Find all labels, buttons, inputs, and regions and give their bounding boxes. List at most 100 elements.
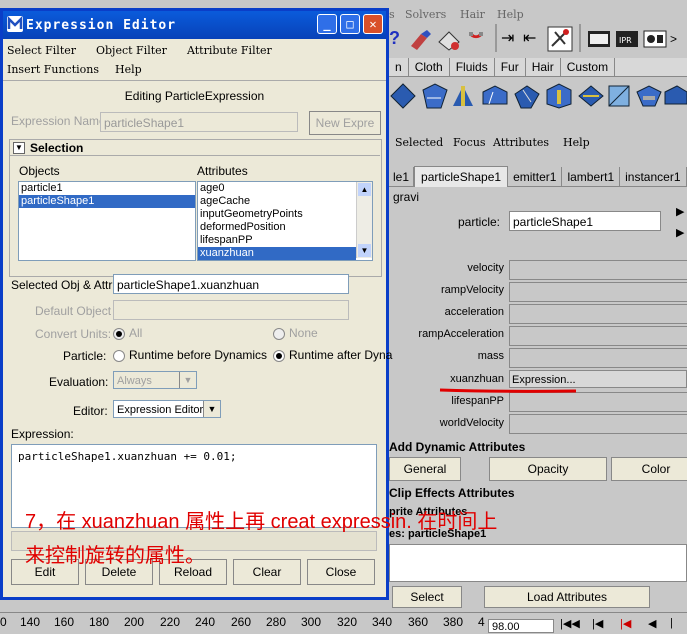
general-button[interactable]: General xyxy=(389,457,461,481)
clip-effects-header[interactable]: Clip Effects Attributes xyxy=(389,486,687,502)
go-to-start-icon[interactable]: |◀◀ xyxy=(560,617,580,630)
gravity-icon[interactable] xyxy=(513,82,541,110)
play-back-icon[interactable]: ◀ xyxy=(648,617,656,630)
list-item[interactable]: lifespanPP xyxy=(198,234,356,247)
maya-menu-item[interactable]: s xyxy=(389,8,395,21)
particle-name-field[interactable]: particleShape1 xyxy=(509,211,661,231)
node-tab-emitter1[interactable]: emitter1 xyxy=(508,167,563,187)
render-view-icon[interactable] xyxy=(587,28,611,50)
ae-menu-help[interactable]: Help xyxy=(563,136,590,149)
maya-menu-solvers[interactable]: Solvers xyxy=(405,8,446,21)
title-bar[interactable]: Expression Editor _ □ ✕ xyxy=(3,11,386,39)
shelf-tab-hair[interactable]: Hair xyxy=(526,58,561,76)
runtime-after-radio[interactable]: Runtime after Dyna xyxy=(273,348,392,362)
node-tab-lambert1[interactable]: lambert1 xyxy=(562,167,621,187)
node-tab-instancer1[interactable]: instancer1 xyxy=(620,167,687,187)
play-forward-icon[interactable]: | xyxy=(670,617,673,629)
more-icon[interactable]: > xyxy=(670,32,677,46)
attributes-scrollbar[interactable]: ▲ ▼ xyxy=(356,182,372,258)
soft-body-icon[interactable] xyxy=(389,82,417,110)
construction-history-icon[interactable] xyxy=(547,26,573,52)
input-connection-icon[interactable]: ⇥ xyxy=(501,28,514,48)
opacity-button[interactable]: Opacity xyxy=(489,457,607,481)
question-icon[interactable]: ? xyxy=(389,28,400,49)
maya-menu-hair[interactable]: Hair xyxy=(460,8,485,21)
shelf-tab-custom[interactable]: Custom xyxy=(561,58,616,76)
scroll-up-icon[interactable]: ▲ xyxy=(358,183,371,196)
list-item[interactable]: age0 xyxy=(198,182,356,195)
runtime-before-radio[interactable]: Runtime before Dynamics xyxy=(113,348,267,362)
drag-icon[interactable] xyxy=(635,82,663,110)
ipr-render-icon[interactable]: IPR xyxy=(615,28,639,50)
convert-units-label: Convert Units: xyxy=(35,327,112,341)
default-object-field[interactable] xyxy=(113,300,349,320)
maya-menu-help[interactable]: Help xyxy=(497,8,524,21)
list-item[interactable]: particleShape1 xyxy=(19,195,195,208)
scroll-down-icon[interactable]: ▼ xyxy=(358,244,371,257)
magnet-icon[interactable] xyxy=(465,28,487,52)
list-item[interactable]: deformedPosition xyxy=(198,221,356,234)
attr-field-worldvelocity[interactable] xyxy=(509,414,687,434)
convert-none-label: None xyxy=(289,326,318,340)
menu-insert-functions[interactable]: Insert Functions xyxy=(7,63,99,76)
menu-select-filter[interactable]: Select Filter xyxy=(7,44,76,57)
menu-object-filter[interactable]: Object Filter xyxy=(96,44,167,57)
radial-icon[interactable] xyxy=(605,82,633,110)
selected-obj-attr-field[interactable]: particleShape1.xuanzhuan xyxy=(113,274,349,294)
close-window-button[interactable]: ✕ xyxy=(363,14,383,34)
ae-menu-selected[interactable]: Selected xyxy=(395,136,443,149)
shelf-tab-fluids[interactable]: Fluids xyxy=(450,58,495,76)
add-dynamic-attributes-header[interactable]: Add Dynamic Attributes xyxy=(389,438,687,456)
list-item[interactable]: inputGeometryPoints xyxy=(198,208,356,221)
expression-name-label: Expression Name xyxy=(11,114,106,128)
ae-menu-attributes[interactable]: Attributes xyxy=(493,136,549,149)
shelf-tab[interactable]: n xyxy=(389,58,409,76)
presets-icon[interactable]: ▶ xyxy=(676,226,684,239)
attr-field-velocity[interactable] xyxy=(509,260,687,280)
expression-name-field[interactable]: particleShape1 xyxy=(100,112,298,132)
newton-icon[interactable] xyxy=(577,82,605,110)
current-time-field[interactable]: 98.00 xyxy=(488,619,554,633)
emitter-icon[interactable] xyxy=(449,82,477,110)
convert-none-radio[interactable]: None xyxy=(273,326,318,340)
attr-field-acceleration[interactable] xyxy=(509,304,687,324)
attr-field-rampvelocity[interactable] xyxy=(509,282,687,302)
rigid-body-icon[interactable] xyxy=(421,82,449,110)
node-tab-gravity[interactable]: gravi xyxy=(389,187,423,207)
menu-help[interactable]: Help xyxy=(115,63,142,76)
node-tab[interactable]: le1 xyxy=(389,167,415,187)
shelf-tab-cloth[interactable]: Cloth xyxy=(409,58,450,76)
objects-list[interactable]: particle1 particleShape1 xyxy=(18,181,196,261)
node-tab-particleshape1[interactable]: particleShape1 xyxy=(414,166,509,187)
maximize-button[interactable]: □ xyxy=(340,14,360,34)
list-item[interactable]: xuanzhuan xyxy=(198,247,356,260)
menu-divider xyxy=(3,80,386,81)
paint-tool-icon[interactable] xyxy=(437,28,463,52)
field-icon[interactable] xyxy=(481,82,509,110)
list-item[interactable]: particle1 xyxy=(19,182,195,195)
focus-icon[interactable]: ▶ xyxy=(676,205,684,218)
menu-attribute-filter[interactable]: Attribute Filter xyxy=(187,44,272,57)
minimize-button[interactable]: _ xyxy=(317,14,337,34)
editor-dropdown[interactable]: Expression Editor ▼ xyxy=(113,400,221,418)
paint-brush-icon[interactable] xyxy=(407,28,433,52)
convert-all-radio[interactable]: All xyxy=(113,326,142,340)
output-connection-icon[interactable]: ⇤ xyxy=(523,28,536,48)
step-back-icon[interactable]: |◀ xyxy=(592,617,603,630)
attributes-list[interactable]: age0 ageCache inputGeometryPoints deform… xyxy=(197,181,373,261)
turbulence-icon[interactable] xyxy=(545,82,573,110)
select-button[interactable]: Select xyxy=(392,586,462,608)
shelf-tab-fur[interactable]: Fur xyxy=(495,58,526,76)
load-attributes-button[interactable]: Load Attributes xyxy=(484,586,650,608)
list-item[interactable]: ageCache xyxy=(198,195,356,208)
collapse-arrow-icon[interactable]: ▼ xyxy=(13,142,25,154)
color-button[interactable]: Color xyxy=(611,457,687,481)
new-expression-button[interactable]: New Expre xyxy=(309,111,381,135)
render-settings-icon[interactable] xyxy=(643,28,667,50)
ae-menu-focus[interactable]: Focus xyxy=(453,136,486,149)
evaluation-dropdown[interactable]: Always ▼ xyxy=(113,371,197,389)
time-slider[interactable]: 0 140 160 180 200 220 240 260 280 300 32… xyxy=(0,612,687,634)
step-back-key-icon[interactable]: |◀ xyxy=(620,617,631,630)
attr-field-rampacceleration[interactable] xyxy=(509,326,687,346)
volume-axis-icon[interactable] xyxy=(663,82,687,110)
